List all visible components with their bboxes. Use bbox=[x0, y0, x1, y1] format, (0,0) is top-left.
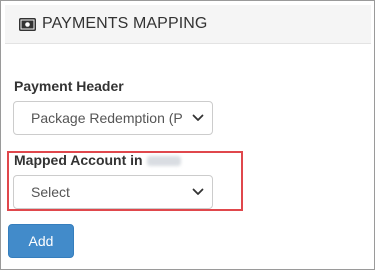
mapped-account-label: Mapped Account in bbox=[14, 152, 181, 168]
money-bill-icon bbox=[19, 17, 36, 31]
panel-title: PAYMENTS MAPPING bbox=[42, 15, 208, 32]
redacted-text bbox=[146, 156, 181, 167]
add-button[interactable]: Add bbox=[8, 224, 74, 258]
chevron-down-icon bbox=[188, 108, 208, 128]
payment-header-selected-value: Package Redemption (P bbox=[31, 110, 183, 126]
mapped-account-select[interactable]: Select bbox=[13, 175, 213, 209]
panel-header: PAYMENTS MAPPING bbox=[5, 5, 371, 44]
chevron-down-icon bbox=[188, 182, 208, 202]
mapped-account-selected-value: Select bbox=[31, 184, 70, 200]
mapped-account-label-text: Mapped Account in bbox=[14, 152, 143, 168]
payment-header-label: Payment Header bbox=[14, 78, 124, 94]
payment-header-select[interactable]: Package Redemption (P bbox=[13, 101, 213, 135]
